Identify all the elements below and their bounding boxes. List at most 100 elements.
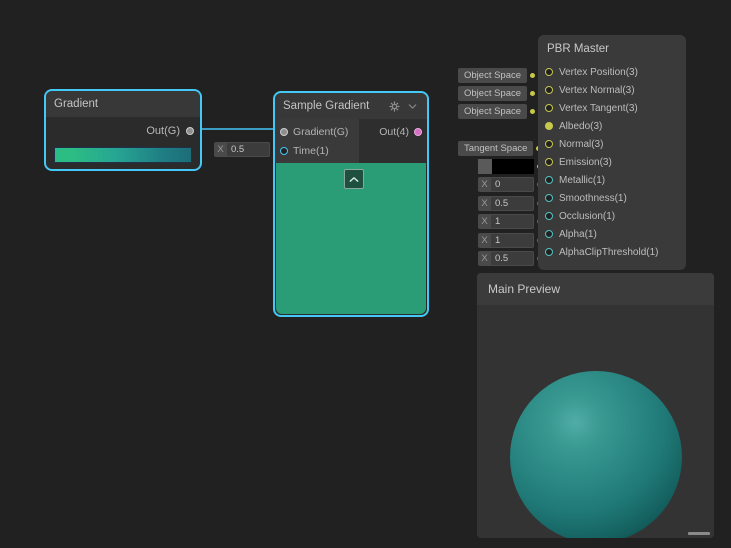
alpha-clip-value[interactable]: 0.5: [491, 252, 533, 265]
pbr-slot-vertex-position-label: Vertex Position(3): [559, 67, 638, 78]
vertex-tangent-dot: [530, 109, 535, 114]
shader-graph-canvas[interactable]: Gradient Out(G) X 0.5 Sample Gradient: [0, 0, 731, 548]
port-albedo[interactable]: [545, 122, 553, 130]
sample-gradient-output-slots: Out(4): [359, 119, 427, 163]
main-preview-body[interactable]: [477, 305, 714, 538]
port-occlusion[interactable]: [545, 212, 553, 220]
pbr-slot-smoothness-label: Smoothness(1): [559, 193, 627, 204]
smoothness-value[interactable]: 0.5: [491, 197, 533, 210]
slot-time-in[interactable]: Time(1): [275, 141, 359, 160]
sample-gradient-input-slots: Gradient(G) Time(1): [275, 119, 359, 163]
pbr-slot-vertex-position[interactable]: Vertex Position(3): [538, 63, 686, 81]
resize-grip[interactable]: [688, 532, 710, 535]
slot-out4-label: Out(4): [379, 126, 409, 138]
gradient-swatch[interactable]: [54, 147, 192, 163]
pbr-slot-normal-label: Normal(3): [559, 139, 603, 150]
port-metallic[interactable]: [545, 176, 553, 184]
main-preview-panel[interactable]: Main Preview: [477, 273, 714, 538]
time-numfield[interactable]: X 0.5: [214, 142, 270, 157]
pbr-slot-occlusion-label: Occlusion(1): [559, 211, 615, 222]
node-gradient-header[interactable]: Gradient: [46, 91, 200, 117]
alpha-clip-axis-label: X: [478, 253, 491, 264]
port-alpha-clip-threshold[interactable]: [545, 248, 553, 256]
dropdown-vertex-tangent[interactable]: Object Space: [458, 104, 527, 119]
pbr-slot-alpha-label: Alpha(1): [559, 229, 597, 240]
chevron-up-icon[interactable]: [344, 169, 364, 189]
pbr-slot-metallic-label: Metallic(1): [559, 175, 605, 186]
node-sample-gradient-slots: Gradient(G) Time(1) Out(4): [275, 119, 427, 163]
node-gradient-output-row[interactable]: Out(G): [46, 117, 200, 145]
port-gradient-out[interactable]: [186, 127, 194, 135]
slot-out4[interactable]: Out(4): [359, 122, 427, 141]
node-gradient-output-label: Out(G): [146, 125, 180, 137]
slot-time-in-label: Time(1): [293, 145, 329, 157]
node-pbr-master-title: PBR Master: [547, 43, 678, 55]
pbr-slot-normal[interactable]: Normal(3): [538, 135, 686, 153]
control-vertex-tangent[interactable]: Object Space: [458, 104, 549, 119]
numfield-alpha-clip-threshold[interactable]: X 0.5: [478, 251, 534, 266]
pbr-slot-albedo[interactable]: Albedo(3): [538, 117, 686, 135]
dropdown-vertex-normal[interactable]: Object Space: [458, 86, 527, 101]
occlusion-axis-label: X: [478, 216, 491, 227]
pbr-slot-vertex-tangent[interactable]: Vertex Tangent(3): [538, 99, 686, 117]
gear-icon[interactable]: [387, 99, 401, 113]
dropdown-normal[interactable]: Tangent Space: [458, 141, 533, 156]
pbr-slot-vertex-normal-label: Vertex Normal(3): [559, 85, 635, 96]
port-normal[interactable]: [545, 140, 553, 148]
port-vertex-normal[interactable]: [545, 86, 553, 94]
time-value[interactable]: 0.5: [227, 143, 269, 156]
pbr-slot-smoothness[interactable]: Smoothness(1): [538, 189, 686, 207]
time-axis-label: X: [214, 144, 227, 155]
port-out4[interactable]: [414, 128, 422, 136]
pbr-slot-alpha-clip-threshold[interactable]: AlphaClipThreshold(1): [538, 243, 686, 261]
port-emission[interactable]: [545, 158, 553, 166]
node-sample-gradient-header[interactable]: Sample Gradient: [275, 93, 427, 119]
node-pbr-master[interactable]: PBR Master Vertex Position(3) Vertex Nor…: [538, 35, 686, 270]
node-sample-gradient[interactable]: Sample Gradient: [274, 92, 428, 316]
port-vertex-tangent[interactable]: [545, 104, 553, 112]
node-sample-gradient-title: Sample Gradient: [283, 100, 383, 112]
numfield-metallic[interactable]: X 0: [478, 177, 534, 192]
alpha-axis-label: X: [478, 235, 491, 246]
port-time-in[interactable]: [280, 147, 288, 155]
slot-gradient-in-label: Gradient(G): [293, 126, 348, 138]
node-gradient-title: Gradient: [54, 98, 192, 110]
vertex-normal-dot: [530, 91, 535, 96]
smoothness-axis-label: X: [478, 198, 491, 209]
pbr-slot-alpha[interactable]: Alpha(1): [538, 225, 686, 243]
pbr-slot-vertex-normal[interactable]: Vertex Normal(3): [538, 81, 686, 99]
emission-swatch-color: [492, 159, 534, 174]
pbr-slot-albedo-label: Albedo(3): [559, 121, 602, 132]
main-preview-title: Main Preview: [488, 282, 560, 296]
chevron-down-icon[interactable]: [405, 99, 419, 113]
pbr-slot-occlusion[interactable]: Occlusion(1): [538, 207, 686, 225]
vertex-position-dot: [530, 73, 535, 78]
port-alpha[interactable]: [545, 230, 553, 238]
node-pbr-master-header[interactable]: PBR Master: [538, 35, 686, 63]
sample-gradient-preview[interactable]: [276, 163, 426, 314]
pbr-slot-alpha-clip-threshold-label: AlphaClipThreshold(1): [559, 247, 659, 258]
alpha-value[interactable]: 1: [491, 234, 533, 247]
numfield-occlusion[interactable]: X 1: [478, 214, 534, 229]
control-vertex-normal[interactable]: Object Space: [458, 86, 549, 101]
pbr-slot-emission[interactable]: Emission(3): [538, 153, 686, 171]
preview-sphere[interactable]: [510, 371, 682, 538]
dropdown-vertex-position[interactable]: Object Space: [458, 68, 527, 83]
node-gradient[interactable]: Gradient Out(G): [45, 90, 201, 170]
port-gradient-in[interactable]: [280, 128, 288, 136]
color-swatch-emission[interactable]: [478, 159, 534, 174]
port-vertex-position[interactable]: [545, 68, 553, 76]
numfield-smoothness[interactable]: X 0.5: [478, 196, 534, 211]
emission-swatch-alpha: [478, 159, 492, 174]
numfield-alpha[interactable]: X 1: [478, 233, 534, 248]
pbr-slot-vertex-tangent-label: Vertex Tangent(3): [559, 103, 638, 114]
pbr-slot-metallic[interactable]: Metallic(1): [538, 171, 686, 189]
port-smoothness[interactable]: [545, 194, 553, 202]
main-preview-header[interactable]: Main Preview: [477, 273, 714, 305]
metallic-axis-label: X: [478, 179, 491, 190]
slot-gradient-in[interactable]: Gradient(G): [275, 122, 359, 141]
metallic-value[interactable]: 0: [491, 178, 533, 191]
occlusion-value[interactable]: 1: [491, 215, 533, 228]
control-vertex-position[interactable]: Object Space: [458, 68, 549, 83]
pbr-slot-emission-label: Emission(3): [559, 157, 612, 168]
